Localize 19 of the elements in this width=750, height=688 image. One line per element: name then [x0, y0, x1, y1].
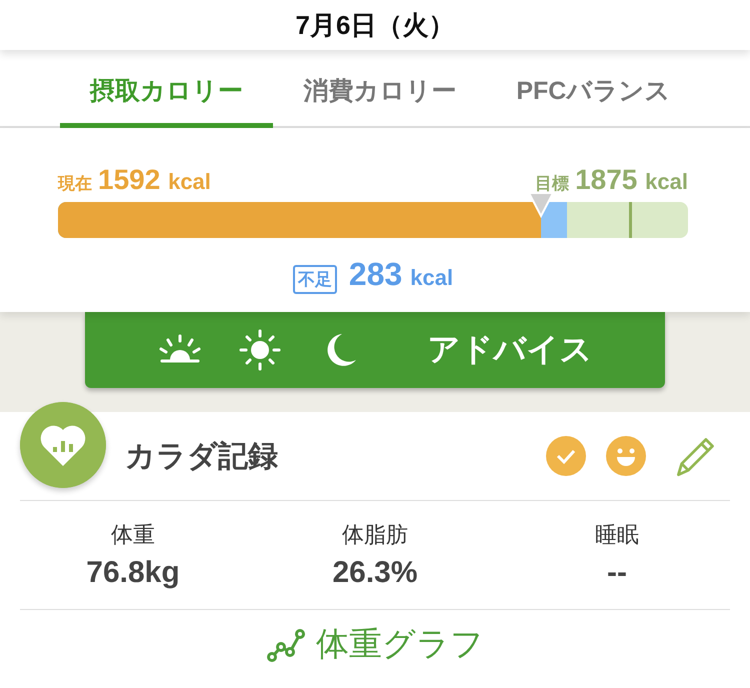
- stat-label: 体重: [111, 521, 155, 549]
- check-circle-icon[interactable]: [546, 436, 586, 476]
- weight-graph-link[interactable]: 体重グラフ: [266, 622, 484, 667]
- shortfall-badge: 不足: [292, 265, 337, 294]
- stat-value: 26.3%: [332, 556, 418, 590]
- stat-value: 76.8kg: [86, 556, 180, 590]
- shortfall-calories: 283 kcal: [348, 256, 454, 293]
- tab[interactable]: 消費カロリー: [273, 50, 487, 128]
- smiley-icon[interactable]: [606, 436, 646, 476]
- stat-label: 睡眠: [595, 521, 639, 549]
- sun-icon: [238, 328, 282, 372]
- stat-value: --: [607, 556, 627, 590]
- target-calories: 目標 1875 kcal: [535, 164, 688, 196]
- current-calories: 現在 1592 kcal: [58, 164, 211, 196]
- stat-label: 体脂肪: [342, 521, 408, 549]
- tab[interactable]: PFCバランス: [486, 50, 700, 128]
- section-title: カラダ記録: [125, 438, 279, 474]
- date-title: 7月6日（火）: [296, 8, 454, 42]
- advice-button[interactable]: アドバイス: [85, 312, 665, 388]
